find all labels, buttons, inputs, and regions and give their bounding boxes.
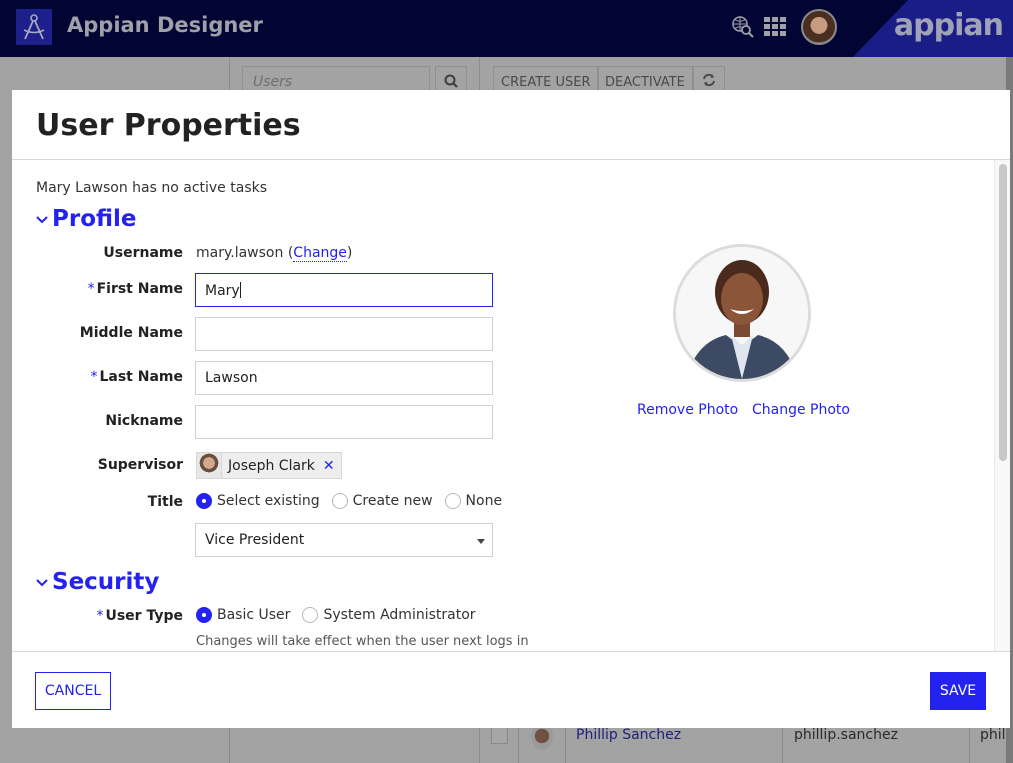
dialog-footer: CANCEL SAVE (12, 651, 1010, 728)
radio-selected-icon (196, 607, 212, 623)
top-navigation-bar: Appian Designer appian (0, 0, 1013, 57)
compass-icon (23, 14, 45, 40)
user-properties-dialog: User Properties Mary Lawson has no activ… (12, 90, 1010, 728)
supervisor-avatar (197, 453, 222, 478)
radio-selected-icon (196, 493, 212, 509)
last-name-input[interactable]: Lawson (195, 361, 493, 395)
radio-label: None (465, 493, 503, 509)
last-name-label-text: Last Name (99, 369, 183, 385)
remove-supervisor-icon[interactable]: ✕ (323, 458, 335, 474)
required-marker: * (90, 369, 98, 385)
dialog-header: User Properties (12, 90, 1010, 160)
radio-label: System Administrator (323, 607, 476, 623)
radio-unselected-icon (302, 607, 319, 623)
title-dropdown[interactable]: Vice President (195, 523, 493, 557)
change-username-link[interactable]: Change (293, 245, 347, 262)
row-username: phillip.sanchez (794, 727, 898, 743)
first-name-label-text: First Name (96, 281, 183, 297)
supervisor-name: Joseph Clark (228, 457, 315, 474)
supervisor-picker-token[interactable]: Joseph Clark ✕ (196, 452, 342, 479)
dialog-scrollbar-thumb[interactable] (999, 164, 1007, 461)
save-button[interactable]: SAVE (930, 672, 986, 710)
required-marker: * (87, 281, 95, 297)
username-text: mary.lawson (196, 245, 284, 261)
row-checkbox[interactable] (491, 727, 508, 744)
global-search-icon[interactable] (731, 15, 755, 43)
last-name-label: * Last Name (12, 369, 183, 385)
first-name-value: Mary (205, 283, 240, 299)
user-photo (673, 244, 811, 382)
user-type-label-text: User Type (105, 608, 183, 624)
middle-name-label: Middle Name (79, 325, 183, 341)
title-label: Title (147, 494, 183, 510)
user-type-radio-basic-user[interactable]: Basic User (196, 607, 290, 623)
title-radio-group: Select existing Create new None (196, 493, 514, 509)
middle-name-input[interactable] (195, 317, 493, 351)
profile-section-title: Profile (52, 206, 137, 232)
nickname-label: Nickname (105, 413, 183, 429)
user-type-hint: Changes will take effect when the user n… (196, 634, 529, 649)
change-photo-link[interactable]: Change Photo (752, 402, 850, 418)
first-name-input[interactable]: Mary (195, 273, 493, 307)
radio-label: Basic User (217, 607, 291, 623)
appian-brand-logo: appian (893, 8, 1004, 43)
row-user-name-link[interactable]: Phillip Sanchez (576, 727, 681, 743)
user-portrait-image (676, 247, 808, 379)
refresh-icon (703, 73, 715, 87)
user-type-label: * User Type (12, 608, 183, 624)
app-launcher-grid-icon[interactable] (764, 17, 786, 41)
title-radio-select-existing[interactable]: Select existing (196, 493, 320, 509)
radio-unselected-icon (444, 493, 461, 509)
user-type-radio-group: Basic User System Administrator (196, 607, 488, 623)
dialog-title: User Properties (36, 108, 301, 143)
dialog-body: Mary Lawson has no active tasks Profile … (12, 160, 1010, 651)
username-label: Username (103, 245, 183, 261)
chevron-down-icon (36, 212, 48, 228)
search-icon (444, 74, 458, 88)
title-radio-none[interactable]: None (444, 493, 503, 509)
profile-section-toggle[interactable]: Profile (36, 206, 137, 232)
paren-close: ) (346, 245, 353, 261)
chevron-down-icon (36, 575, 48, 591)
dropdown-arrow-icon (477, 539, 485, 544)
title-radio-create-new[interactable]: Create new (331, 493, 433, 509)
username-value: mary.lawson (Change) (196, 245, 353, 262)
cancel-button[interactable]: CANCEL (35, 672, 111, 710)
required-marker: * (96, 608, 104, 624)
remove-photo-link[interactable]: Remove Photo (637, 402, 738, 418)
current-user-avatar[interactable] (801, 9, 837, 45)
radio-label: Create new (352, 493, 433, 509)
security-section-toggle[interactable]: Security (36, 569, 159, 595)
nickname-input[interactable] (195, 405, 493, 439)
supervisor-label: Supervisor (97, 457, 183, 473)
title-dropdown-value: Vice President (205, 532, 305, 548)
user-type-radio-system-administrator[interactable]: System Administrator (302, 607, 476, 623)
text-cursor (239, 282, 241, 298)
app-title: Appian Designer (67, 13, 263, 37)
radio-label: Select existing (217, 493, 320, 509)
appian-designer-logo[interactable] (16, 9, 52, 45)
first-name-label: * First Name (12, 281, 183, 297)
radio-unselected-icon (331, 493, 348, 509)
active-tasks-note: Mary Lawson has no active tasks (36, 180, 268, 196)
security-section-title: Security (52, 569, 160, 595)
